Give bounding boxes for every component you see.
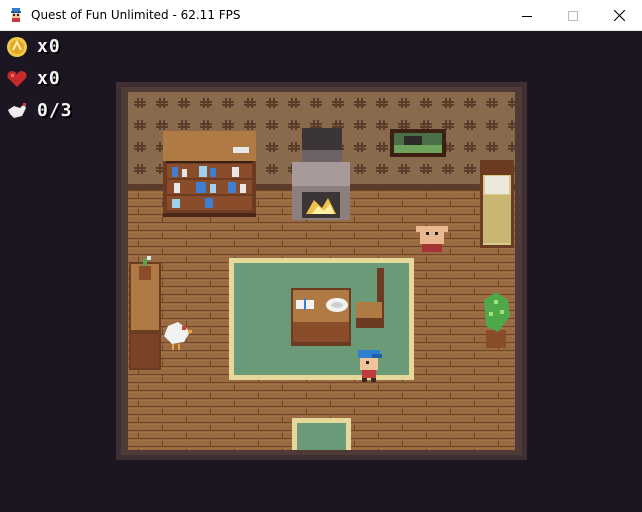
- title-bar[interactable]: Quest of Fun Unlimited - 62.11 FPS: [0, 0, 642, 31]
- coin-icon: [7, 37, 27, 57]
- window-title: Quest of Fun Unlimited - 62.11 FPS: [31, 8, 241, 22]
- doormat[interactable]: [292, 418, 351, 450]
- maximize-button[interactable]: [550, 0, 596, 31]
- chicken-count: 0/3: [37, 100, 73, 121]
- minimize-button[interactable]: [504, 0, 550, 31]
- bookshelf[interactable]: [163, 131, 256, 217]
- game-window: Quest of Fun Unlimited - 62.11 FPS x0 x0…: [0, 0, 642, 512]
- heart-icon: [7, 71, 27, 87]
- maximize-icon: [568, 10, 578, 21]
- wall-painting[interactable]: [390, 129, 446, 157]
- app-icon: [11, 8, 21, 22]
- close-button[interactable]: [596, 0, 642, 31]
- dining-table[interactable]: [291, 288, 351, 346]
- coin-count: x0: [37, 36, 61, 57]
- game-canvas[interactable]: [0, 31, 642, 512]
- side-table[interactable]: [129, 256, 161, 370]
- heart-count: x0: [37, 68, 61, 89]
- bed[interactable]: [480, 160, 514, 248]
- chicken-icon: [8, 103, 26, 118]
- close-icon: [613, 10, 625, 21]
- minimize-icon: [522, 15, 532, 17]
